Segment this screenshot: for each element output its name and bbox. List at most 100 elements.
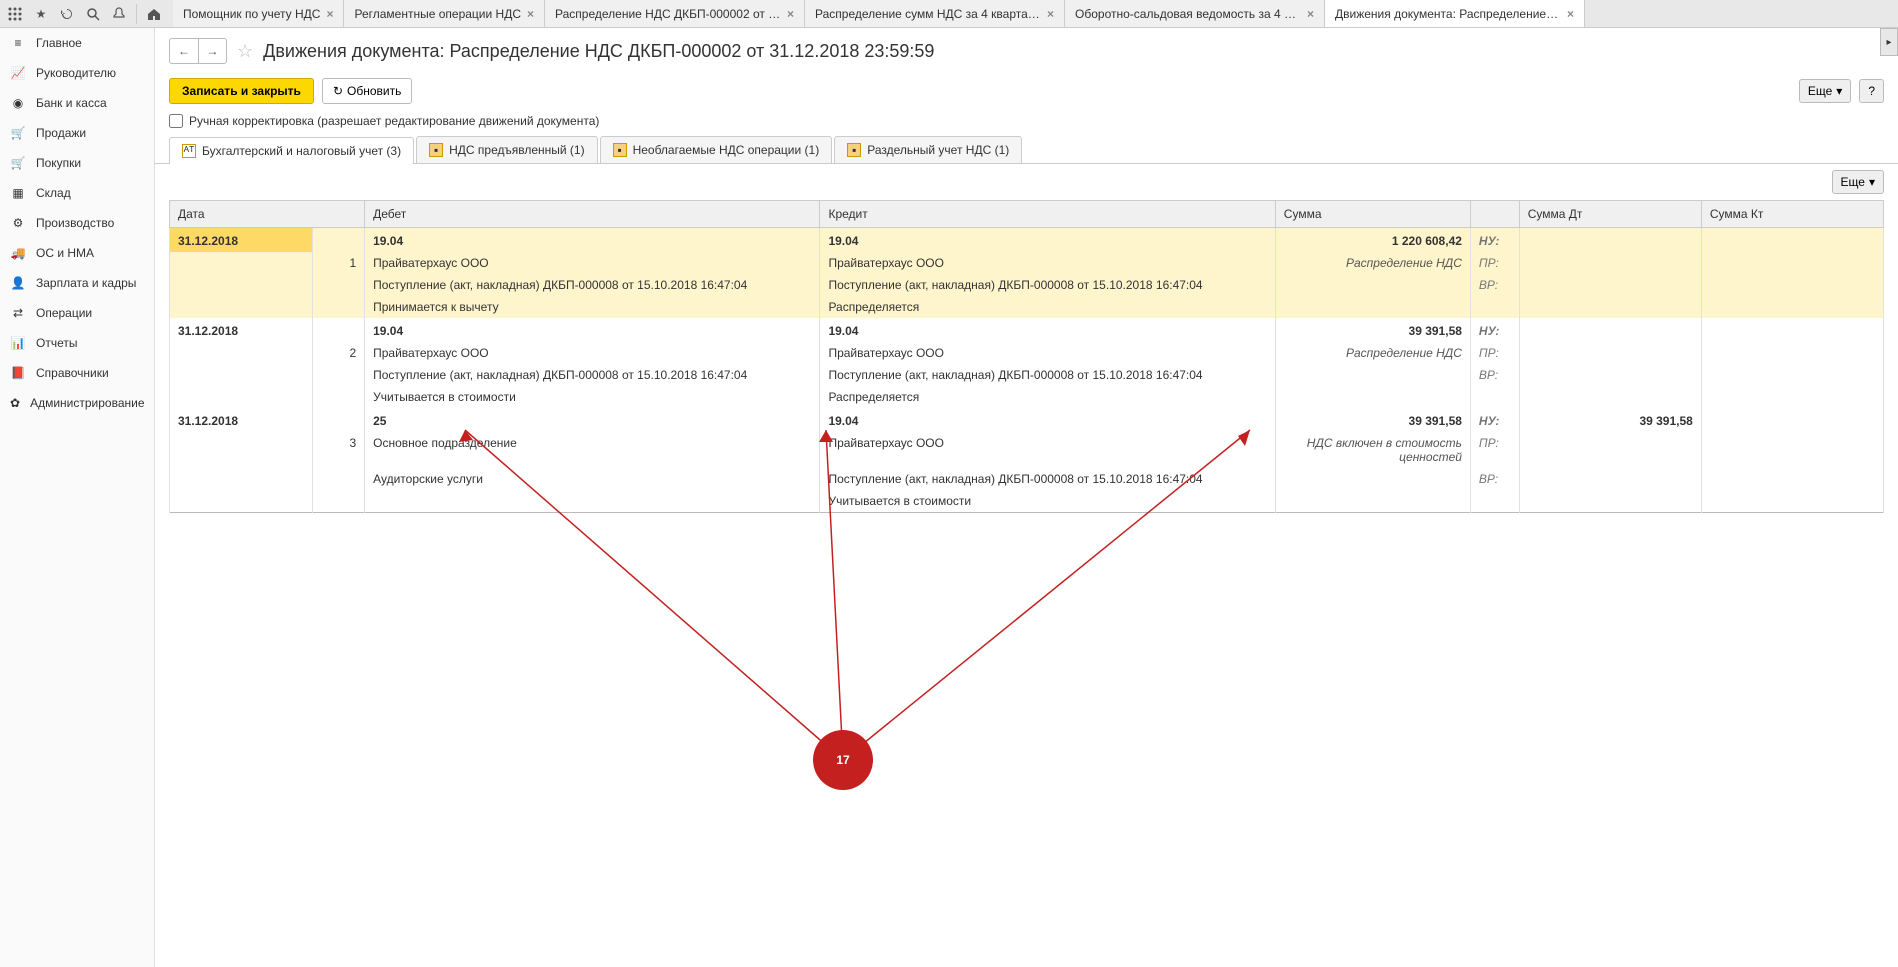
sidebar-item[interactable]: ≡Главное [0, 28, 154, 58]
manual-edit-checkbox[interactable] [169, 114, 183, 128]
bell-icon[interactable] [108, 3, 130, 25]
cart2-icon: 🛒 [10, 155, 26, 171]
back-button[interactable]: ← [170, 39, 198, 63]
tab-label: Распределение сумм НДС за 4 квартал 201.… [815, 7, 1041, 21]
sidebar-label: Покупки [36, 156, 81, 170]
chevron-down-icon: ▾ [1869, 175, 1875, 189]
col-date[interactable]: Дата [170, 201, 365, 228]
table-row[interactable]: Учитывается в стоимости Распределяется [170, 386, 1884, 408]
doc-tab-label: Раздельный учет НДС (1) [867, 143, 1009, 157]
open-tabs: Помощник по учету НДС×Регламентные опера… [173, 0, 1894, 27]
content-area: ← → ☆ Движения документа: Распределение … [155, 28, 1898, 967]
person-icon: 👤 [10, 275, 26, 291]
tab-label: Регламентные операции НДС [354, 7, 521, 21]
doc-tab-label: Бухгалтерский и налоговый учет (3) [202, 144, 401, 158]
tab-badge-icon: ᴬᵀ [182, 144, 196, 158]
table-row[interactable]: 1 Прайватерхаус ООО Прайватерхаус ООО Ра… [170, 252, 1884, 274]
sidebar-label: Зарплата и кадры [36, 276, 136, 290]
tab-badge-icon: ▪ [613, 143, 627, 157]
document-tabs: ᴬᵀ Бухгалтерский и налоговый учет (3) ▪ НДС… [155, 136, 1898, 164]
sidebar-item[interactable]: ⚙Производство [0, 208, 154, 238]
tab-badge-icon: ▪ [847, 143, 861, 157]
table-row[interactable]: Принимается к вычету Распределяется [170, 296, 1884, 318]
sidebar-item[interactable]: ▦Склад [0, 178, 154, 208]
help-button[interactable]: ? [1859, 79, 1884, 103]
doc-tab[interactable]: ▪ Необлагаемые НДС операции (1) [600, 136, 833, 163]
close-icon[interactable]: × [787, 7, 794, 21]
chart-icon: 📈 [10, 65, 26, 81]
sidebar-item[interactable]: 🚚ОС и НМА [0, 238, 154, 268]
sidebar-item[interactable]: 📈 Руководителю [0, 58, 154, 88]
annotation-circle: 17 [813, 730, 873, 790]
col-sumdt[interactable]: Сумма Дт [1519, 201, 1701, 228]
col-debet[interactable]: Дебет [365, 201, 820, 228]
sidebar-label: Администрирование [30, 396, 144, 410]
table-row[interactable]: 31.12.2018 19.04 19.04 39 391,58 НУ: [170, 318, 1884, 342]
top-tab[interactable]: Регламентные операции НДС × [344, 0, 545, 27]
expand-right-icon[interactable]: ▸ [1880, 28, 1898, 56]
table-row[interactable]: 3 Основное подразделение Прайватерхаус О… [170, 432, 1884, 468]
table-row[interactable]: Учитывается в стоимости [170, 490, 1884, 513]
doc-tab[interactable]: ▪ Раздельный учет НДС (1) [834, 136, 1022, 163]
wrench-icon: ✿ [10, 395, 20, 411]
col-sum[interactable]: Сумма [1275, 201, 1470, 228]
tab-badge-icon: ▪ [429, 143, 443, 157]
sidebar-item[interactable]: 📊 Отчеты [0, 328, 154, 358]
table-row[interactable]: 31.12.2018 19.04 19.04 1 220 608,42 НУ: [170, 228, 1884, 253]
page-title: Движения документа: Распределение НДС ДК… [263, 41, 934, 62]
doc-tab[interactable]: ▪ НДС предъявленный (1) [416, 136, 597, 163]
sidebar-label: Руководителю [36, 66, 116, 80]
top-tab[interactable]: Оборотно-сальдовая ведомость за 4 кварта… [1065, 0, 1325, 27]
postings-table: Дата Дебет Кредит Сумма Сумма Дт Сумма К… [169, 200, 1884, 513]
manual-edit-label: Ручная корректировка (разрешает редактир… [189, 114, 599, 128]
top-tab[interactable]: Помощник по учету НДС × [173, 0, 344, 27]
close-icon[interactable]: × [1307, 7, 1314, 21]
sidebar-item[interactable]: ◉Банк и касса [0, 88, 154, 118]
doc-tab[interactable]: ᴬᵀ Бухгалтерский и налоговый учет (3) [169, 137, 414, 164]
top-tab[interactable]: Движения документа: Распределение НДС ..… [1325, 0, 1585, 27]
close-icon[interactable]: × [1047, 7, 1054, 21]
search-icon[interactable] [82, 3, 104, 25]
tab-label: Помощник по учету НДС [183, 7, 320, 21]
star-icon[interactable]: ★ [30, 3, 52, 25]
table-row[interactable]: Поступление (акт, накладная) ДКБП-000008… [170, 364, 1884, 386]
top-tab[interactable]: Распределение сумм НДС за 4 квартал 201.… [805, 0, 1065, 27]
doc-tab-label: НДС предъявленный (1) [449, 143, 584, 157]
save-close-button[interactable]: Записать и закрыть [169, 78, 314, 104]
sidebar-item[interactable]: 📕Справочники [0, 358, 154, 388]
sidebar-item[interactable]: ⇄Операции [0, 298, 154, 328]
history-icon[interactable] [56, 3, 78, 25]
refresh-button[interactable]: ↻ Обновить [322, 78, 412, 104]
forward-button[interactable]: → [198, 39, 226, 63]
col-kredit[interactable]: Кредит [820, 201, 1275, 228]
sidebar-item[interactable]: 🛒 Покупки [0, 148, 154, 178]
report-icon: 📊 [10, 335, 26, 351]
sidebar-item[interactable]: 🛒Продажи [0, 118, 154, 148]
home-icon[interactable] [143, 3, 165, 25]
refresh-icon: ↻ [333, 84, 343, 98]
col-sumkt[interactable]: Сумма Кт [1701, 201, 1883, 228]
system-toolbar: ★ Помощник по учету НДС×Регламентные опе… [0, 0, 1898, 28]
sidebar-label: Отчеты [36, 336, 77, 350]
table-row[interactable]: 31.12.2018 25 19.04 39 391,58 НУ: 39 391… [170, 408, 1884, 432]
sidebar-item[interactable]: ✿ Администрирование [0, 388, 154, 418]
close-icon[interactable]: × [1567, 7, 1574, 21]
more-button[interactable]: Еще ▾ [1799, 79, 1851, 103]
table-more-button[interactable]: Еще ▾ [1832, 170, 1884, 194]
coin-icon: ◉ [10, 95, 26, 111]
close-icon[interactable]: × [527, 7, 534, 21]
favorite-star-icon[interactable]: ☆ [237, 41, 253, 62]
navigation-sidebar: ≡Главное 📈 Руководителю ◉Банк и касса🛒Прода… [0, 28, 155, 967]
sidebar-label: Склад [36, 186, 71, 200]
close-icon[interactable]: × [326, 7, 333, 21]
top-tab[interactable]: Распределение НДС ДКБП-000002 от 31.12..… [545, 0, 805, 27]
table-row[interactable]: 2 Прайватерхаус ООО Прайватерхаус ООО Ра… [170, 342, 1884, 364]
apps-icon[interactable] [4, 3, 26, 25]
truck-icon: 🚚 [10, 245, 26, 261]
doc-tab-label: Необлагаемые НДС операции (1) [633, 143, 820, 157]
sidebar-item[interactable]: 👤 Зарплата и кадры [0, 268, 154, 298]
sidebar-label: Главное [36, 36, 82, 50]
table-row[interactable]: Аудиторские услуги Поступление (акт, нак… [170, 468, 1884, 490]
sidebar-label: Операции [36, 306, 92, 320]
table-row[interactable]: Поступление (акт, накладная) ДКБП-000008… [170, 274, 1884, 296]
